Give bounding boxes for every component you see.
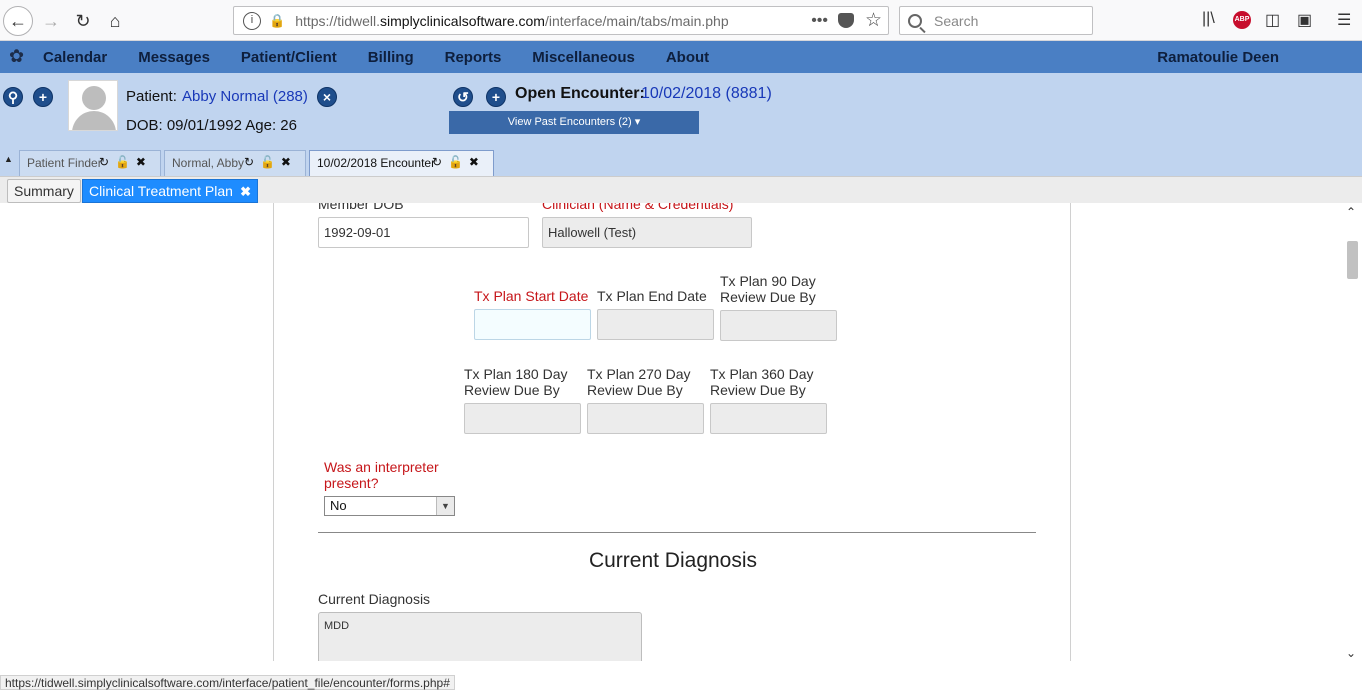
tx-180-date-input[interactable]	[464, 403, 581, 434]
reload-icon[interactable]: ↻	[68, 6, 98, 36]
treatment-plan-form: Member DOB 1992-09-01 Clinician (Name & …	[273, 203, 1071, 661]
page-actions-icon[interactable]: •••	[811, 12, 828, 30]
tx-start-date-input[interactable]	[474, 309, 591, 340]
bookmark-star-icon[interactable]: ☆	[865, 9, 882, 32]
history-icon[interactable]: ↺	[453, 87, 473, 107]
view-past-encounters-button[interactable]: View Past Encounters (2) ▾	[449, 111, 699, 134]
status-url: https://tidwell.simplyclinicalsoftware.c…	[0, 675, 455, 690]
pocket-icon[interactable]	[838, 13, 854, 28]
clinician-label: Clinician (Name & Credentials)	[542, 203, 734, 212]
encounter-label: Open Encounter:	[515, 85, 645, 102]
tab-patient-finder[interactable]: Patient Finder ↻🔓✖	[19, 150, 161, 176]
back-arrow-icon[interactable]: ←	[3, 6, 33, 36]
tab-action-icons[interactable]: ↻🔓✖	[99, 155, 152, 169]
screenshot-icon[interactable]: ▣	[1297, 10, 1312, 30]
collapse-caret-icon[interactable]: ▲	[4, 154, 13, 164]
info-icon[interactable]: i	[243, 11, 261, 30]
patient-name-link[interactable]: Abby Normal (288)	[182, 88, 308, 105]
tab-label: Patient Finder	[27, 156, 102, 170]
interpreter-label: Was an interpreter present?	[324, 459, 439, 491]
patient-dob: DOB: 09/01/1992 Age: 26	[126, 117, 297, 134]
search-icon	[908, 13, 922, 28]
scroll-up-arrow-icon[interactable]: ⌃	[1346, 205, 1356, 219]
add-icon[interactable]: +	[33, 87, 53, 107]
tab-clinical-treatment-plan[interactable]: Clinical Treatment Plan ✖	[82, 179, 258, 203]
tab-label: Clinical Treatment Plan	[89, 183, 233, 199]
tx-360-date-input[interactable]	[710, 403, 827, 434]
hamburger-menu-icon[interactable]: ☰	[1337, 10, 1351, 30]
sub-tab-bar: Summary Clinical Treatment Plan ✖	[0, 176, 1362, 203]
clinician-field[interactable]: Hallowell (Test)	[542, 217, 752, 248]
tx-90-label: Tx Plan 90 Day Review Due By	[720, 273, 816, 305]
browser-search-input[interactable]: Search	[899, 6, 1093, 35]
url-bar[interactable]: i 🔒 https://tidwell.simplyclinicalsoftwa…	[233, 6, 889, 35]
interpreter-select[interactable]: No ▼	[324, 496, 455, 516]
patient-label: Patient:	[126, 88, 177, 105]
close-icon[interactable]: ✖	[240, 184, 251, 200]
current-diagnosis-textarea[interactable]: MDD	[318, 612, 642, 661]
menu-reports[interactable]: Reports	[445, 49, 502, 66]
scroll-thumb[interactable]	[1347, 241, 1358, 279]
encounter-link[interactable]: 10/02/2018 (8881)	[641, 85, 772, 103]
menu-messages[interactable]: Messages	[138, 49, 210, 66]
chevron-down-icon[interactable]: ▼	[436, 497, 454, 515]
menu-calendar[interactable]: Calendar	[43, 49, 107, 66]
form-content: Member DOB 1992-09-01 Clinician (Name & …	[0, 203, 1362, 661]
tx-360-label: Tx Plan 360 Day Review Due By	[710, 366, 814, 398]
tx-90-date-input[interactable]	[720, 310, 837, 341]
forward-arrow-icon[interactable]: →	[36, 6, 66, 36]
tx-end-label: Tx Plan End Date	[597, 288, 707, 304]
tab-action-icons[interactable]: ↻🔓✖	[432, 155, 485, 169]
tab-label: Normal, Abby	[172, 156, 245, 170]
tab-summary[interactable]: Summary	[7, 179, 81, 203]
sidebar-icon[interactable]: ◫	[1265, 10, 1280, 30]
member-dob-label: Member DOB	[318, 203, 404, 212]
tx-270-date-input[interactable]	[587, 403, 704, 434]
tx-180-label: Tx Plan 180 Day Review Due By	[464, 366, 568, 398]
library-icon[interactable]: ||\	[1202, 10, 1215, 28]
interpreter-selected-value: No	[330, 498, 347, 513]
app-menu-bar: ✿ Calendar Messages Patient/Client Billi…	[0, 41, 1362, 73]
member-dob-field[interactable]: 1992-09-01	[318, 217, 529, 248]
current-user[interactable]: Ramatoulie Deen	[1157, 49, 1279, 66]
new-encounter-icon[interactable]: +	[486, 87, 506, 107]
menu-about[interactable]: About	[666, 49, 709, 66]
menu-patient-client[interactable]: Patient/Client	[241, 49, 337, 66]
menu-billing[interactable]: Billing	[368, 49, 414, 66]
avatar	[68, 80, 118, 131]
tab-action-icons[interactable]: ↻🔓✖	[244, 155, 297, 169]
tx-end-date-input[interactable]	[597, 309, 714, 340]
section-title: Current Diagnosis	[588, 549, 758, 572]
tab-label: 10/02/2018 Encounter	[317, 156, 436, 170]
tx-start-label: Tx Plan Start Date	[474, 288, 589, 304]
tab-normal-abby[interactable]: Normal, Abby ↻🔓✖	[164, 150, 306, 176]
app-logo-icon[interactable]: ✿	[9, 47, 29, 67]
current-diagnosis-label: Current Diagnosis	[318, 591, 431, 607]
scroll-down-arrow-icon[interactable]: ⌄	[1346, 646, 1356, 660]
section-divider	[318, 532, 1036, 533]
menu-miscellaneous[interactable]: Miscellaneous	[532, 49, 635, 66]
tx-270-label: Tx Plan 270 Day Review Due By	[587, 366, 691, 398]
close-patient-icon[interactable]: ×	[317, 87, 337, 107]
browser-toolbar: ← → ↻ ⌂ i 🔒 https://tidwell.simplyclinic…	[0, 0, 1362, 41]
url-text[interactable]: https://tidwell.simplyclinicalsoftware.c…	[295, 13, 728, 29]
tab-encounter[interactable]: 10/02/2018 Encounter ↻🔓✖	[309, 150, 494, 176]
search-icon[interactable]: ⚲	[3, 87, 23, 107]
home-icon[interactable]: ⌂	[100, 6, 130, 36]
lock-icon: 🔒	[269, 12, 286, 28]
adblock-icon[interactable]: ABP	[1233, 11, 1251, 29]
page-scrollbar[interactable]: ⌃ ⌄	[1342, 203, 1362, 661]
main-tabs: ▲ Patient Finder ↻🔓✖ Normal, Abby ↻🔓✖ 10…	[0, 146, 1362, 176]
search-placeholder: Search	[934, 12, 979, 29]
